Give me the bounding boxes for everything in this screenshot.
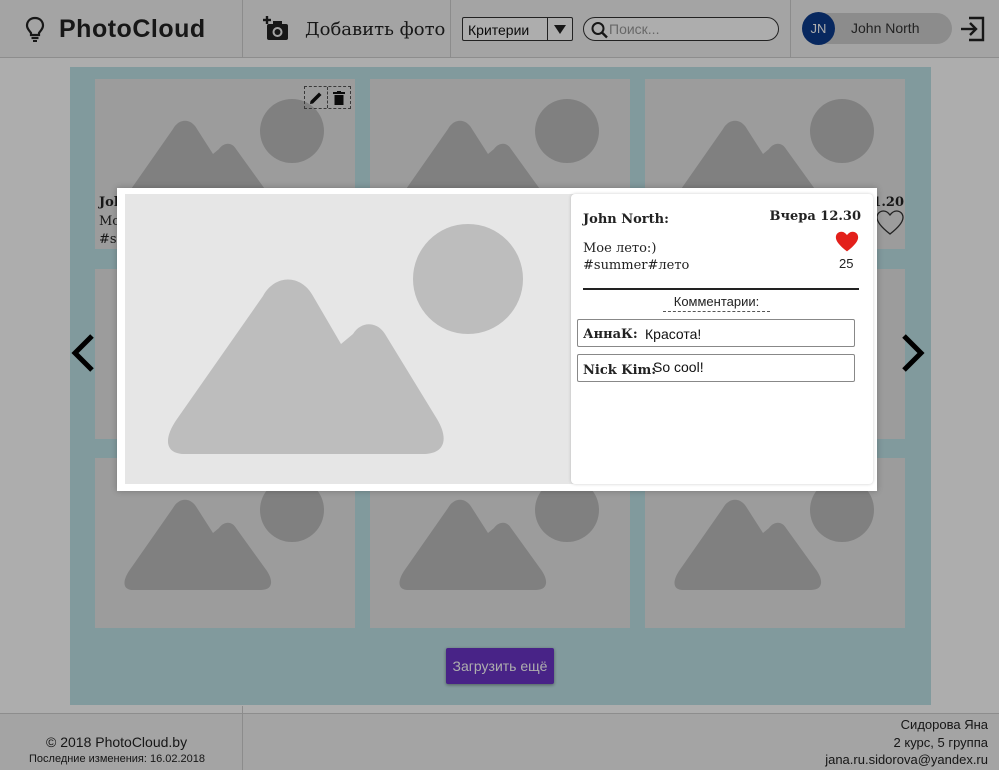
photo-details-panel: John North: Вчера 12.30 Мое лето:) #summ… (571, 194, 873, 484)
photo-author: John North: (583, 212, 669, 227)
photo-modal: John North: Вчера 12.30 Мое лето:) #summ… (117, 188, 877, 491)
like-count: 25 (839, 256, 854, 271)
photo-date: Вчера 12.30 (769, 209, 861, 224)
next-arrow-icon[interactable] (898, 333, 928, 373)
divider (583, 288, 859, 290)
comment-item: Nick Kim: So cool! (577, 354, 855, 382)
comments-title: Комментарии: (663, 294, 770, 312)
photo-caption: Мое лето:) (583, 241, 657, 256)
comment-text: So cool! (653, 359, 704, 375)
photo-tags[interactable]: #summer#лето (583, 258, 689, 273)
like-heart-icon[interactable] (835, 230, 859, 254)
comment-author: Nick Kim: (583, 363, 657, 378)
comment-author: АннаК: (583, 327, 638, 342)
comment-text: Красота! (645, 326, 702, 342)
prev-arrow-icon[interactable] (68, 333, 98, 373)
comment-item: АннаК: Красота! (577, 319, 855, 347)
